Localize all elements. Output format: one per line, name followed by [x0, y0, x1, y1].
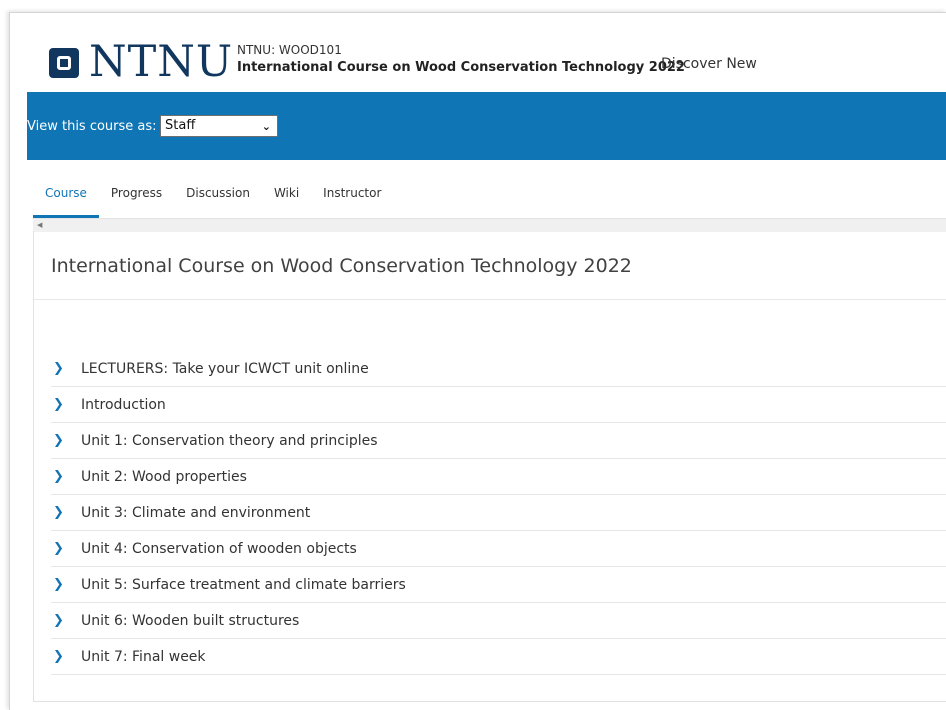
section-label: Unit 7: Final week — [81, 648, 206, 665]
section-label: Unit 4: Conservation of wooden objects — [81, 540, 357, 557]
site-header: NTNU NTNU: WOOD101 International Course … — [10, 13, 946, 92]
discover-new-link[interactable]: Discover New — [661, 56, 757, 72]
tabs-scrollbar[interactable]: ◀ — [33, 218, 946, 232]
chevron-right-icon[interactable]: ❯ — [51, 649, 81, 664]
chevron-right-icon[interactable]: ❯ — [51, 433, 81, 448]
course-window: NTNU NTNU: WOOD101 International Course … — [9, 12, 946, 710]
chevron-right-icon[interactable]: ❯ — [51, 469, 81, 484]
view-as-bar: View this course as: Staff ⌄ — [27, 92, 946, 160]
tab-wiki[interactable]: Wiki — [262, 163, 311, 218]
outline-section[interactable]: ❯ Unit 2: Wood properties — [51, 459, 946, 495]
page-title: International Course on Wood Conservatio… — [51, 255, 632, 277]
course-org-code: NTNU: WOOD101 — [237, 43, 342, 57]
course-tabs: Course Progress Discussion Wiki Instruct… — [33, 163, 393, 218]
outline-section[interactable]: ❯ Introduction — [51, 387, 946, 423]
chevron-right-icon[interactable]: ❯ — [51, 397, 81, 412]
ntnu-logo-mark-icon — [49, 48, 79, 78]
outline-section[interactable]: ❯ LECTURERS: Take your ICWCT unit online — [51, 351, 946, 387]
section-label: LECTURERS: Take your ICWCT unit online — [81, 360, 369, 377]
outline-section[interactable]: ❯ Unit 1: Conservation theory and princi… — [51, 423, 946, 459]
view-as-selected-value: Staff — [165, 118, 196, 133]
section-label: Unit 3: Climate and environment — [81, 504, 311, 521]
course-outline-card: International Course on Wood Conservatio… — [33, 231, 946, 702]
chevron-right-icon[interactable]: ❯ — [51, 613, 81, 628]
outline-section[interactable]: ❯ Unit 4: Conservation of wooden objects — [51, 531, 946, 567]
outline-section[interactable]: ❯ Unit 3: Climate and environment — [51, 495, 946, 531]
outline-section[interactable]: ❯ Unit 5: Surface treatment and climate … — [51, 567, 946, 603]
view-as-label: View this course as: — [27, 119, 157, 134]
section-label: Unit 6: Wooden built structures — [81, 612, 300, 629]
section-label: Unit 1: Conservation theory and principl… — [81, 432, 378, 449]
course-outline: ❯ LECTURERS: Take your ICWCT unit online… — [51, 351, 946, 675]
tab-instructor[interactable]: Instructor — [311, 163, 393, 218]
tab-discussion[interactable]: Discussion — [174, 163, 262, 218]
chevron-right-icon[interactable]: ❯ — [51, 361, 81, 376]
scroll-left-arrow-icon[interactable]: ◀ — [37, 221, 42, 229]
outline-section[interactable]: ❯ Unit 7: Final week — [51, 639, 946, 675]
section-label: Unit 2: Wood properties — [81, 468, 247, 485]
tab-course[interactable]: Course — [33, 163, 99, 218]
tab-progress[interactable]: Progress — [99, 163, 174, 218]
section-label: Introduction — [81, 396, 166, 413]
title-divider — [34, 299, 946, 300]
chevron-right-icon[interactable]: ❯ — [51, 577, 81, 592]
outline-section[interactable]: ❯ Unit 6: Wooden built structures — [51, 603, 946, 639]
section-label: Unit 5: Surface treatment and climate ba… — [81, 576, 406, 593]
view-as-select[interactable]: Staff ⌄ — [160, 115, 278, 137]
chevron-down-icon: ⌄ — [261, 120, 271, 133]
ntnu-logo[interactable]: NTNU — [49, 37, 234, 87]
logo-text: NTNU — [89, 37, 234, 87]
chevron-right-icon[interactable]: ❯ — [51, 505, 81, 520]
header-course-title: International Course on Wood Conservatio… — [237, 60, 685, 75]
chevron-right-icon[interactable]: ❯ — [51, 541, 81, 556]
